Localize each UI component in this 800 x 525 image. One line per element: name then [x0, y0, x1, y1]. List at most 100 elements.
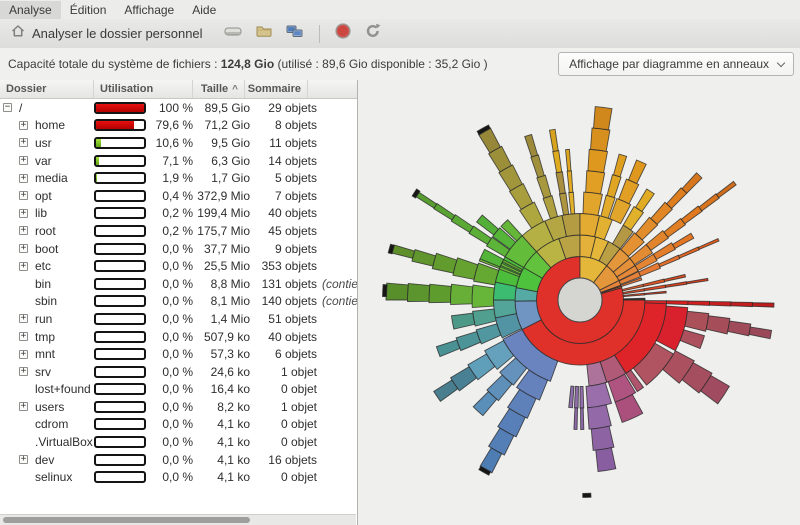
ring-segment[interactable] [636, 189, 655, 212]
stop-button[interactable] [328, 22, 358, 46]
table-row[interactable]: +run0,0 %1,4 Mio51 objets [0, 310, 357, 328]
ring-segment[interactable] [686, 278, 708, 283]
horizontal-scrollbar-thumb[interactable] [3, 517, 250, 523]
column-header-taille[interactable]: Taille^ [193, 80, 245, 98]
ring-segment[interactable] [531, 155, 544, 178]
ring-segment[interactable] [706, 316, 730, 334]
table-row[interactable]: cdrom0,0 %4,1 ko0 objet [0, 416, 357, 434]
collapse-expander-icon[interactable]: − [3, 103, 12, 112]
ring-segment[interactable] [591, 426, 614, 450]
ring-segment[interactable] [574, 386, 578, 408]
ring-segment[interactable] [666, 301, 688, 305]
ring-segment[interactable] [451, 313, 474, 329]
ring-segment[interactable] [429, 284, 451, 302]
table-row[interactable]: +users0,0 %8,2 ko1 objet [0, 398, 357, 416]
expand-expander-icon[interactable]: + [19, 138, 28, 147]
table-row[interactable]: +dev0,0 %4,1 ko16 objets [0, 451, 357, 469]
expand-expander-icon[interactable]: + [19, 314, 28, 323]
ring-segment-cap[interactable] [583, 493, 591, 497]
ring-segment[interactable] [434, 380, 458, 401]
scan-home-button[interactable]: Analyser le dossier personnel [4, 22, 209, 46]
ring-segment[interactable] [559, 193, 568, 215]
table-row[interactable]: −/100 %89,5 Gio29 objets [0, 99, 357, 117]
table-row[interactable]: .VirtualBox0,0 %4,1 ko0 objet [0, 433, 357, 451]
column-header-sommaire[interactable]: Sommaire [245, 80, 308, 98]
scan-folder-button[interactable] [249, 22, 279, 46]
table-row[interactable]: sbin0,0 %8,1 Mio140 objets(contien [0, 293, 357, 311]
ring-segment[interactable] [716, 181, 736, 197]
ring-segment[interactable] [588, 149, 608, 172]
horizontal-scrollbar[interactable] [0, 514, 356, 525]
expand-expander-icon[interactable]: + [19, 226, 28, 235]
expand-expander-icon[interactable]: + [19, 350, 28, 359]
ring-segment[interactable] [624, 299, 646, 300]
ring-segment[interactable] [588, 405, 612, 429]
ring-segment[interactable] [432, 253, 457, 273]
scan-remote-button[interactable] [279, 22, 311, 46]
ring-segment[interactable] [412, 250, 436, 266]
expand-expander-icon[interactable]: + [19, 402, 28, 411]
table-row[interactable]: +root0,2 %175,7 Mio45 objets [0, 222, 357, 240]
menu-item-affichage[interactable]: Affichage [115, 1, 183, 19]
table-row[interactable]: +mnt0,0 %57,3 ko6 objets [0, 345, 357, 363]
ring-segment-cap[interactable] [383, 285, 388, 297]
ring-segment[interactable] [566, 149, 571, 171]
expand-expander-icon[interactable]: + [19, 209, 28, 218]
refresh-button[interactable] [358, 22, 388, 46]
expand-expander-icon[interactable]: + [19, 455, 28, 464]
ring-segment[interactable] [680, 330, 704, 349]
ring-segment[interactable] [614, 154, 627, 177]
ring-segment[interactable] [567, 171, 573, 193]
ring-segment[interactable] [416, 192, 437, 208]
ring-chart[interactable] [365, 88, 795, 525]
ring-segment[interactable] [752, 303, 774, 307]
table-row[interactable]: +boot0,0 %37,7 Mio9 objets [0, 240, 357, 258]
ring-segment[interactable] [472, 285, 494, 308]
ring-segment[interactable] [451, 215, 473, 233]
ring-segment[interactable] [392, 245, 415, 258]
ring-segment[interactable] [473, 309, 496, 326]
expand-expander-icon[interactable]: + [19, 191, 28, 200]
ring-segment[interactable] [594, 107, 612, 130]
ring-segment[interactable] [583, 192, 602, 215]
table-row[interactable]: +usr10,6 %9,5 Gio11 objets [0, 134, 357, 152]
ring-segment[interactable] [580, 386, 584, 408]
ring-segment[interactable] [408, 283, 430, 301]
ring-segment[interactable] [596, 448, 616, 472]
ring-segment[interactable] [569, 192, 575, 214]
ring-segment[interactable] [591, 128, 610, 151]
expand-expander-icon[interactable]: + [19, 262, 28, 271]
ring-segment[interactable] [681, 206, 702, 224]
ring-segment[interactable] [525, 134, 538, 157]
table-row[interactable]: +var7,1 %6,3 Gio14 objets [0, 152, 357, 170]
ring-segment[interactable] [586, 171, 605, 194]
ring-segment[interactable] [537, 175, 551, 198]
ring-segment[interactable] [664, 274, 685, 281]
ring-segment[interactable] [434, 204, 455, 220]
menu-item-aide[interactable]: Aide [183, 1, 225, 19]
expand-expander-icon[interactable]: + [19, 367, 28, 376]
ring-segment[interactable] [645, 291, 667, 294]
ring-segment[interactable] [451, 284, 473, 304]
expand-expander-icon[interactable]: + [19, 156, 28, 165]
ring-segment[interactable] [629, 160, 647, 184]
ring-segment[interactable] [569, 386, 574, 408]
table-row[interactable]: bin0,0 %8,8 Mio131 objets(contien [0, 275, 357, 293]
expand-expander-icon[interactable]: + [19, 121, 28, 130]
column-header-dossier[interactable]: Dossier [0, 80, 94, 98]
ring-segment[interactable] [664, 219, 686, 238]
expand-expander-icon[interactable]: + [19, 332, 28, 341]
ring-segment[interactable] [543, 196, 558, 219]
ring-segment[interactable] [688, 301, 710, 305]
table-row[interactable]: +etc0,0 %25,5 Mio353 objets [0, 257, 357, 275]
table-row[interactable]: +home79,6 %71,2 Gio8 objets [0, 117, 357, 135]
table-row[interactable]: +opt0,4 %372,9 Mio7 objets [0, 187, 357, 205]
table-row[interactable]: +media1,9 %1,7 Gio5 objets [0, 169, 357, 187]
ring-segment[interactable] [709, 302, 731, 306]
ring-segment[interactable] [682, 173, 702, 193]
ring-segment[interactable] [749, 327, 772, 339]
ring-segment[interactable] [386, 283, 408, 300]
ring-segment[interactable] [728, 321, 751, 336]
table-row[interactable]: lost+found0,0 %16,4 ko0 objet [0, 381, 357, 399]
ring-segment[interactable] [679, 247, 700, 258]
